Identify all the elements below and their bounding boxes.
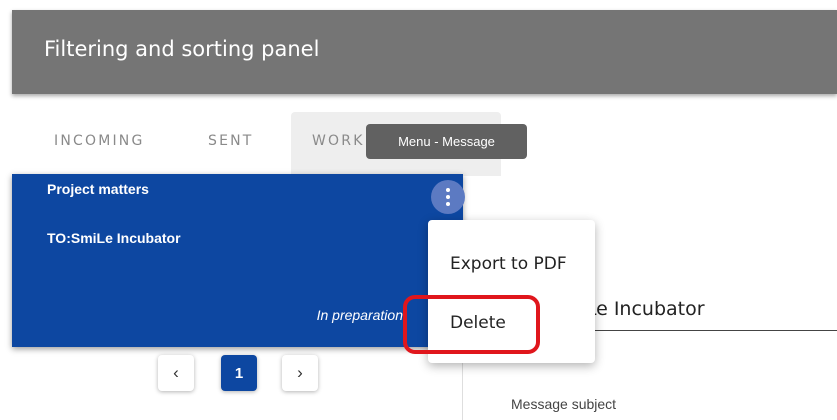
menu-tooltip: Menu - Message: [366, 124, 527, 159]
page-title: Filtering and sorting panel: [44, 37, 320, 61]
message-card[interactable]: Project matters TO:SmiLe Incubator In pr…: [12, 174, 465, 347]
menu-item-export-pdf[interactable]: Export to PDF: [450, 254, 567, 274]
kebab-dot: [446, 195, 450, 199]
pagination-prev-button[interactable]: ‹: [158, 355, 194, 391]
message-card-subject: Project matters: [47, 181, 149, 197]
kebab-dot: [446, 188, 450, 192]
pagination-next-button[interactable]: ›: [282, 355, 318, 391]
message-subject-label: Message subject: [511, 396, 617, 412]
kebab-dot: [446, 202, 450, 206]
pagination-page-button[interactable]: 1: [221, 355, 257, 391]
tab-sent[interactable]: SENT: [208, 133, 254, 149]
tab-incoming[interactable]: INCOMING: [54, 133, 145, 149]
message-card-status: In preparation: [316, 307, 403, 323]
more-vert-icon[interactable]: [431, 180, 465, 214]
header-bar: Filtering and sorting panel: [12, 10, 837, 94]
message-card-recipient: TO:SmiLe Incubator: [47, 230, 181, 246]
delete-highlight-outline: [403, 295, 540, 354]
